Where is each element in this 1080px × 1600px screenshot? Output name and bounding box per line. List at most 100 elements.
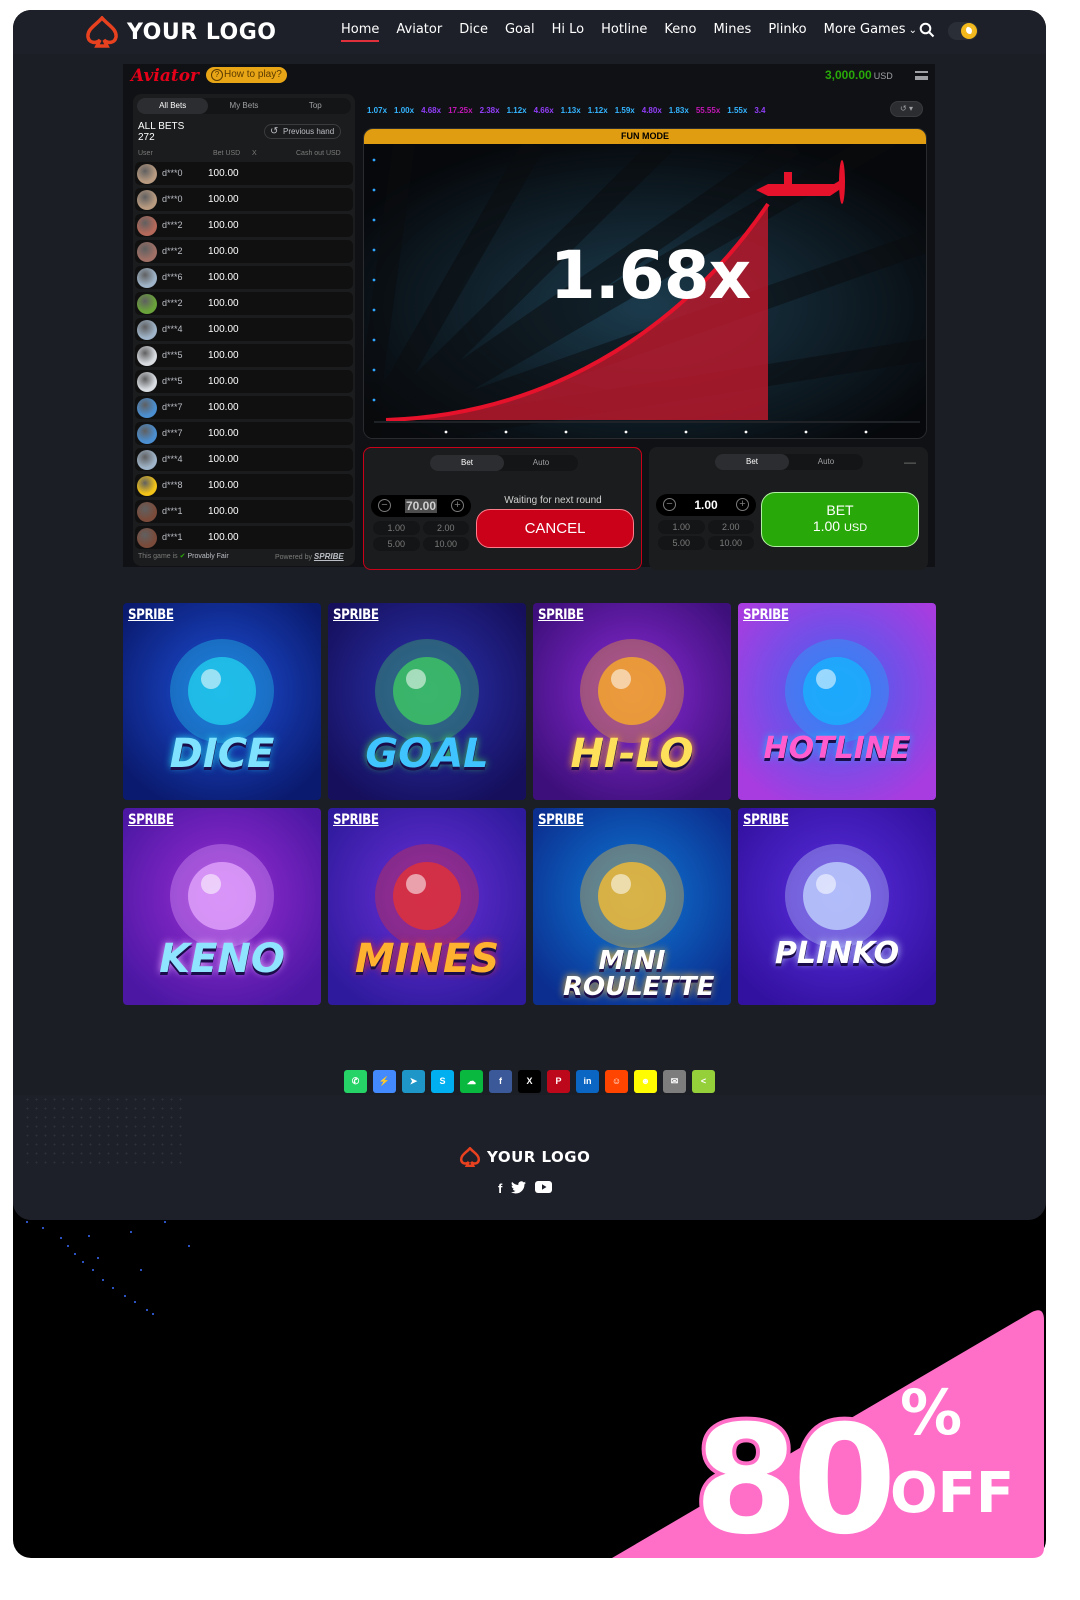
avatar [137, 502, 157, 522]
plus-icon[interactable]: + [451, 499, 464, 512]
sharethis-icon[interactable]: < [692, 1070, 715, 1093]
quick-amount-button[interactable]: 2.00 [422, 521, 469, 535]
messenger-icon[interactable]: ⚡ [373, 1070, 396, 1093]
provably-fair[interactable]: This game is ✔ Provably Fair [138, 552, 229, 560]
avatar [137, 476, 157, 496]
bet-amount-stepper[interactable]: − 70.00 + [371, 495, 471, 517]
email-icon[interactable]: ✉ [663, 1070, 686, 1093]
tab-my-bets[interactable]: My Bets [208, 98, 279, 114]
youtube-icon[interactable] [535, 1181, 553, 1197]
previous-hand-button[interactable]: Previous hand [264, 124, 342, 139]
moon-icon [961, 23, 977, 39]
remove-panel-icon[interactable]: — [904, 455, 916, 469]
history-multiplier: 4.66x [533, 105, 554, 115]
game-tile-keno[interactable]: SPRIBE KENO [123, 808, 321, 1005]
quick-amount-button[interactable]: 1.00 [658, 520, 705, 534]
x-icon[interactable]: X [518, 1070, 541, 1093]
spribe-link[interactable]: SPRIBE [314, 552, 344, 561]
game-tile-hi-lo[interactable]: SPRIBE HI-LO [533, 603, 731, 800]
footer-logo[interactable]: YOUR LOGO [459, 1147, 590, 1167]
tab-bet[interactable]: Bet [430, 455, 504, 471]
share-bar: ✆ ⚡ ➤ S ☁ f X Pin ☺ ☻ ✉ < [344, 1070, 715, 1093]
bet-button-label: BET [826, 502, 854, 518]
main-nav: Home Aviator Dice Goal Hi Lo Hotline Keno Mines… [341, 22, 917, 42]
linkedin-icon[interactable]: in [576, 1070, 599, 1093]
quick-amount-button[interactable]: 5.00 [373, 537, 420, 551]
facebook-icon[interactable]: f [498, 1181, 502, 1197]
facebook-icon[interactable]: f [489, 1070, 512, 1093]
waiting-message: Waiting for next round [504, 495, 602, 506]
wechat-icon[interactable]: ☁ [460, 1070, 483, 1093]
bet-button[interactable]: BET 1.00 USD [761, 492, 919, 547]
spribe-label: SPRIBE [333, 812, 379, 828]
tab-bet[interactable]: Bet [715, 454, 789, 470]
avatar [137, 398, 157, 418]
game-tile-hotline[interactable]: SPRIBE HOTLINE [738, 603, 936, 800]
bet-row: d***7 100.00 [135, 422, 353, 445]
quick-amount-button[interactable]: 1.00 [373, 521, 420, 535]
bet-amount: 100.00 [208, 246, 239, 257]
telegram-icon[interactable]: ➤ [402, 1070, 425, 1093]
bet-user: d***5 [162, 376, 183, 386]
game-title: GOAL [365, 731, 489, 777]
bets-panel: All Bets My Bets Top ALL BETS 272 Previo… [133, 94, 355, 566]
all-bets-count: 272 [138, 132, 155, 143]
hamburger-menu-icon[interactable] [915, 71, 928, 80]
site-logo[interactable]: YOUR LOGO [85, 16, 277, 48]
theme-toggle[interactable] [948, 22, 978, 40]
spade-logo-icon [459, 1147, 481, 1167]
how-to-play-button[interactable]: How to play? [206, 67, 287, 83]
game-tile-plinko[interactable]: SPRIBE PLINKO [738, 808, 936, 1005]
nav-hotline[interactable]: Hotline [601, 22, 647, 37]
nav-mines[interactable]: Mines [713, 22, 751, 37]
tab-all-bets[interactable]: All Bets [137, 98, 209, 114]
nav-keno[interactable]: Keno [664, 22, 696, 37]
nav-dice[interactable]: Dice [459, 22, 488, 37]
nav-hi-lo[interactable]: Hi Lo [552, 22, 585, 37]
bet-amount: 100.00 [208, 220, 239, 231]
top-navigation: YOUR LOGO Home Aviator Dice Goal Hi Lo Hotlin… [13, 10, 1046, 54]
pinterest-icon[interactable]: P [547, 1070, 570, 1093]
bet-row: d***0 100.00 [135, 188, 353, 211]
plus-icon[interactable]: + [736, 498, 749, 511]
bet-amount-stepper[interactable]: − 1.00 + [656, 494, 756, 516]
skype-icon[interactable]: S [431, 1070, 454, 1093]
snapchat-icon[interactable]: ☻ [634, 1070, 657, 1093]
powered-by: Powered by SPRIBE [275, 552, 344, 561]
spribe-label: SPRIBE [538, 607, 584, 623]
aviator-logo: Aviator [131, 66, 199, 86]
quick-amount-button[interactable]: 10.00 [422, 537, 469, 551]
logo-text: YOUR LOGO [127, 19, 277, 45]
cancel-button[interactable]: CANCEL [476, 509, 634, 548]
quick-amount-button[interactable]: 2.00 [707, 520, 754, 534]
quick-amount-button[interactable]: 5.00 [658, 536, 705, 550]
tab-auto[interactable]: Auto [789, 454, 863, 470]
tile-artwork [785, 844, 889, 948]
nav-plinko[interactable]: Plinko [768, 22, 806, 37]
bet-row: d***4 100.00 [135, 318, 353, 341]
nav-more-games[interactable]: More Games [824, 22, 917, 37]
game-tile-goal[interactable]: SPRIBE GOAL [328, 603, 526, 800]
bet-row: d***1 100.00 [135, 500, 353, 523]
game-tile-dice[interactable]: SPRIBE DICE [123, 603, 321, 800]
history-multiplier: 1.59x [614, 105, 635, 115]
avatar [137, 216, 157, 236]
nav-goal[interactable]: Goal [505, 22, 535, 37]
nav-home[interactable]: Home [341, 22, 380, 42]
reddit-icon[interactable]: ☺ [605, 1070, 628, 1093]
quick-amount-button[interactable]: 10.00 [707, 536, 754, 550]
history-toggle-button[interactable]: ↺ ▾ [890, 101, 923, 117]
history-multiplier: 1.00x [394, 105, 415, 115]
bet-user: d***0 [162, 194, 183, 204]
tab-top[interactable]: Top [280, 98, 351, 114]
game-tile-mini-roulette[interactable]: SPRIBE MINI ROULETTE [533, 808, 731, 1005]
tab-auto[interactable]: Auto [504, 455, 578, 471]
twitter-icon[interactable] [511, 1181, 527, 1197]
game-tile-mines[interactable]: SPRIBE MINES [328, 808, 526, 1005]
bet-amount: 100.00 [208, 454, 239, 465]
aviator-game: Aviator How to play? 3,000.00USD All Bet… [123, 64, 935, 570]
spribe-label: SPRIBE [128, 812, 174, 828]
nav-aviator[interactable]: Aviator [396, 22, 442, 37]
whatsapp-icon[interactable]: ✆ [344, 1070, 367, 1093]
search-icon[interactable] [919, 22, 935, 38]
